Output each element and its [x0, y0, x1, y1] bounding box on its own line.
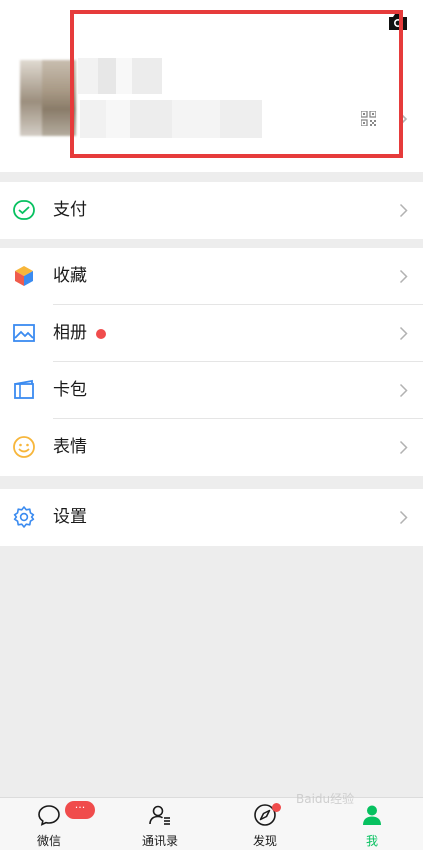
favorites-cube-icon — [15, 266, 33, 286]
menu-item-label: 卡包 — [53, 380, 87, 400]
tab-label: 发现 — [252, 834, 277, 848]
unread-badge: ··· — [65, 801, 95, 819]
chevron-right-icon — [399, 510, 408, 525]
menu-item-label: 收藏 — [53, 266, 87, 286]
profile-header[interactable] — [0, 0, 423, 172]
smiley-icon — [13, 436, 35, 458]
tab-chats[interactable]: ··· 微信 — [9, 798, 95, 850]
album-image-icon — [13, 324, 35, 342]
menu-item-label: 支付 — [53, 200, 87, 220]
new-content-dot — [96, 329, 106, 339]
menu-item-pay[interactable]: 支付 — [0, 182, 423, 239]
menu-item-stickers[interactable]: 表情 — [0, 419, 423, 476]
menu-item-label: 表情 — [53, 437, 87, 457]
menu-item-favorites[interactable]: 收藏 — [0, 248, 423, 305]
chevron-right-icon — [399, 440, 408, 455]
discover-new-dot — [272, 803, 281, 812]
tab-discover[interactable]: 发现 — [225, 798, 305, 850]
chevron-right-icon — [399, 383, 408, 398]
chevron-right-icon — [399, 326, 408, 341]
watermark: Baidu经验 — [296, 792, 355, 806]
pay-icon — [13, 200, 35, 220]
tab-contacts[interactable]: 通讯录 — [120, 798, 200, 850]
chevron-right-icon — [399, 269, 408, 284]
main-group: 收藏 相册 卡包 表情 — [0, 248, 423, 476]
menu-item-album[interactable]: 相册 — [0, 305, 423, 362]
menu-item-label: 设置 — [53, 507, 87, 527]
highlight-annotation-box — [70, 10, 403, 158]
tab-label: 我 — [365, 834, 378, 848]
wallet-card-icon — [14, 379, 34, 399]
pay-group: 支付 — [0, 182, 423, 239]
chat-bubble-icon — [38, 805, 60, 826]
avatar[interactable] — [20, 60, 76, 136]
tab-label: 通讯录 — [141, 834, 178, 848]
menu-item-label: 相册 — [53, 323, 87, 343]
chevron-right-icon — [399, 203, 408, 218]
tab-label: 微信 — [36, 834, 61, 848]
menu-item-settings[interactable]: 设置 — [0, 489, 423, 546]
contacts-icon — [149, 805, 170, 825]
settings-group: 设置 — [0, 489, 423, 546]
bottom-tab-bar: ··· 微信 通讯录 发现 我 — [0, 797, 423, 850]
gear-icon — [13, 506, 35, 528]
person-icon — [363, 805, 381, 825]
menu-item-cards[interactable]: 卡包 — [0, 362, 423, 419]
